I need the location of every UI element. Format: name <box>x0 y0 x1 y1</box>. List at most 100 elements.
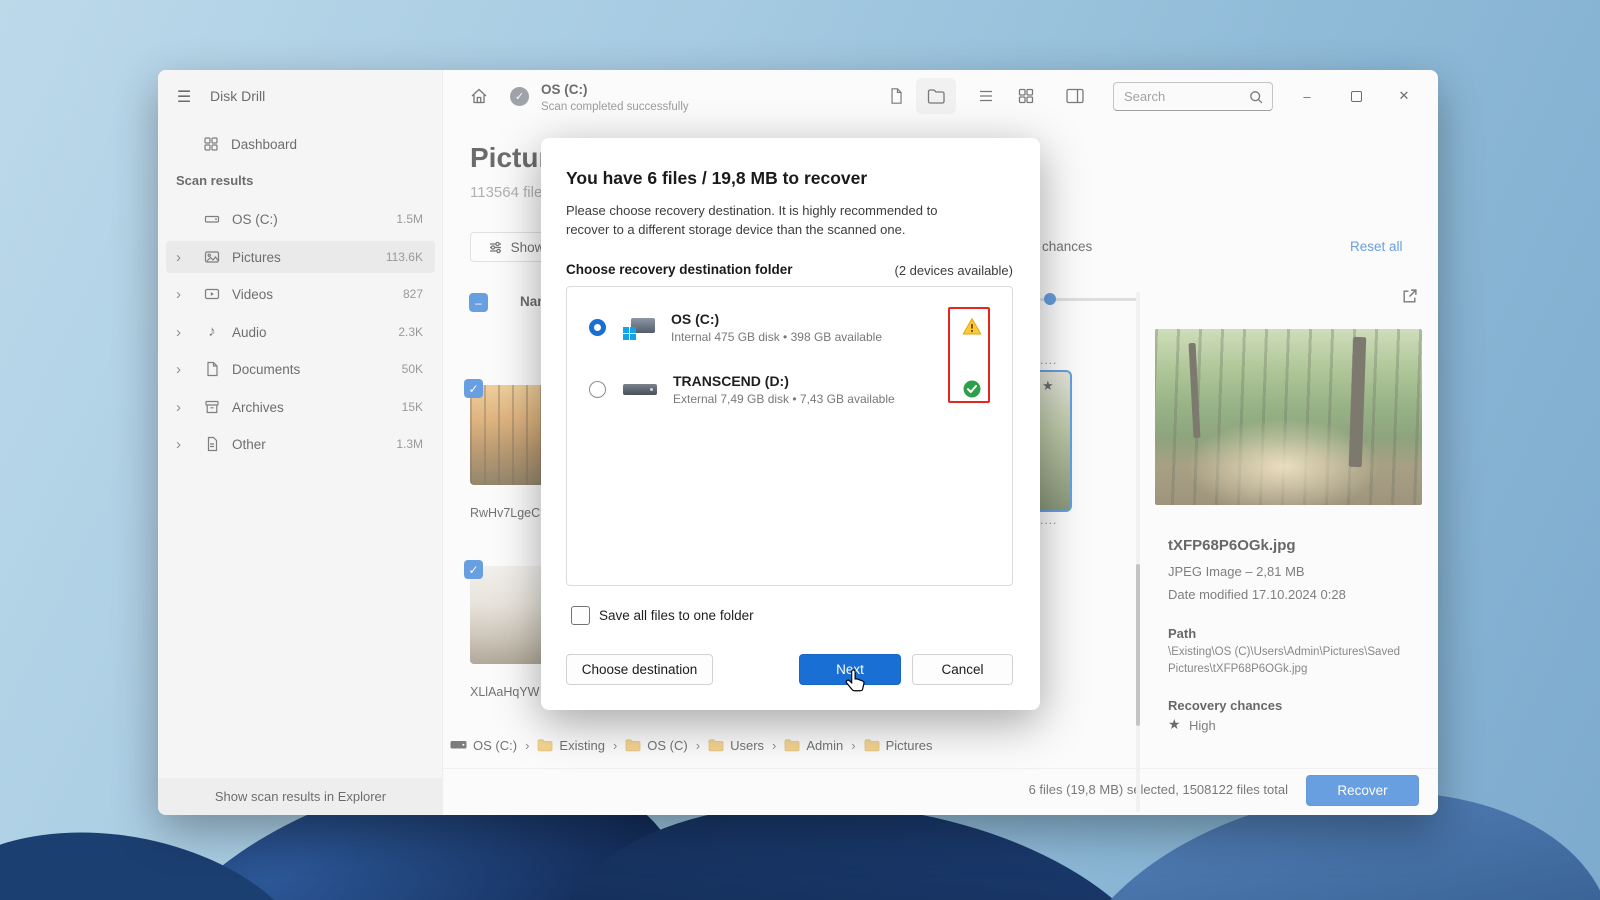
sidebar-item-label: Other <box>232 436 266 452</box>
desktop: ☰ Disk Drill Dashboard Scan results OS (… <box>0 0 1600 900</box>
external-drive-icon <box>623 377 657 401</box>
breadcrumb-separator: › <box>695 737 701 753</box>
grid-view-icon[interactable] <box>1017 87 1035 105</box>
recover-button[interactable]: Recover <box>1306 775 1419 806</box>
thumbnail-size-slider-thumb[interactable] <box>1044 293 1056 305</box>
file-name[interactable]: XLlAaHqYW <box>470 685 539 699</box>
sidebar-item-videos[interactable]: › Videos 827 <box>166 278 435 310</box>
chevron-icon[interactable]: › <box>176 436 192 453</box>
folder-icon <box>927 89 945 104</box>
home-icon[interactable] <box>469 86 489 106</box>
hamburger-menu-button[interactable]: ☰ <box>170 84 198 110</box>
choose-destination-button[interactable]: Choose destination <box>566 654 713 685</box>
internal-drive-icon <box>623 314 655 340</box>
indeterminate-dash-glyph: – <box>475 295 482 310</box>
recovery-chances-filter-label[interactable]: chances <box>1042 239 1092 254</box>
radio-selected[interactable] <box>589 318 606 336</box>
radio-unselected[interactable] <box>589 380 606 398</box>
folder-icon <box>538 739 553 752</box>
show-results-in-explorer-button[interactable]: Show scan results in Explorer <box>158 778 443 815</box>
cancel-button-label: Cancel <box>941 662 984 677</box>
file-checkbox[interactable]: ✓ <box>464 560 483 579</box>
chevron-icon[interactable]: › <box>176 249 192 266</box>
breadcrumb-item-users[interactable]: Users <box>708 738 764 753</box>
audio-icon: ♪ <box>208 323 216 340</box>
check-glyph: ✓ <box>468 562 479 577</box>
save-to-one-folder-checkbox[interactable] <box>571 606 590 625</box>
preview-image[interactable] <box>1155 329 1422 505</box>
chevron-icon[interactable]: › <box>176 361 192 378</box>
warning-icon <box>962 318 982 335</box>
folder-icon <box>784 739 800 752</box>
sidebar-item-dashboard[interactable]: Dashboard <box>166 128 435 160</box>
breadcrumb-item-os-c[interactable]: OS (C) <box>625 737 688 753</box>
open-external-icon[interactable] <box>1401 288 1418 305</box>
folder-icon <box>708 739 724 752</box>
preview-fileinfo: JPEG Image – 2,81 MB <box>1168 564 1305 579</box>
sidebar-item-pictures[interactable]: › Pictures 113.6K <box>166 241 435 273</box>
close-button[interactable]: ✕ <box>1389 82 1419 110</box>
sidebar-item-os-c[interactable]: OS (C:) 1.5M <box>166 203 435 235</box>
current-drive-label: OS (C:) <box>541 82 588 97</box>
breadcrumb-label: Existing <box>559 737 605 753</box>
file-name[interactable]: RwHv7LgeC <box>470 506 540 520</box>
sidebar: ☰ Disk Drill Dashboard Scan results OS (… <box>158 70 443 815</box>
choose-destination-label: Choose destination <box>581 662 698 677</box>
hamburger-icon: ☰ <box>176 89 192 106</box>
devices-available-label: (2 devices available) <box>894 263 1013 278</box>
scrollbar-track[interactable] <box>1136 292 1140 812</box>
sidebar-item-count: 2.3K <box>398 325 423 339</box>
save-to-one-folder-label: Save all files to one folder <box>599 608 754 623</box>
star-icon: ★ <box>1168 716 1181 732</box>
minimize-icon: – <box>1303 88 1311 104</box>
dashboard-icon <box>204 137 218 151</box>
breadcrumb-separator: › <box>525 737 530 753</box>
breadcrumb-item-admin[interactable]: Admin <box>784 738 843 753</box>
sidebar-item-count: 113.6K <box>385 250 423 264</box>
sidebar-item-documents[interactable]: › Documents 50K <box>166 353 435 385</box>
search-input[interactable] <box>1114 83 1242 110</box>
maximize-button[interactable] <box>1341 82 1371 110</box>
scrollbar-thumb[interactable] <box>1136 564 1140 726</box>
chevron-icon[interactable]: › <box>176 399 192 416</box>
sidebar-item-label: OS (C:) <box>232 211 278 227</box>
breadcrumb: OS (C:) › Existing › OS (C) › Users › Ad… <box>450 731 933 759</box>
list-view-icon[interactable] <box>977 87 995 105</box>
chevron-icon[interactable]: › <box>176 286 192 303</box>
cancel-button[interactable]: Cancel <box>912 654 1013 685</box>
file-checkbox[interactable]: ✓ <box>464 379 483 398</box>
preview-panel-icon[interactable] <box>1065 86 1085 106</box>
device-details: Internal 475 GB disk • 398 GB available <box>671 329 882 344</box>
star-icon[interactable]: ★ <box>1042 378 1054 394</box>
new-document-icon[interactable] <box>888 87 906 105</box>
file-count-subtitle: 113564 files <box>470 184 550 201</box>
sidebar-item-label: Documents <box>232 361 301 377</box>
breadcrumb-item-drive[interactable]: OS (C:) <box>450 738 517 753</box>
sidebar-item-other[interactable]: › Other 1.3M <box>166 428 435 460</box>
sidebar-item-label: Videos <box>232 286 274 302</box>
check-glyph: ✓ <box>468 381 479 396</box>
maximize-icon <box>1350 90 1362 102</box>
device-option-os-c[interactable]: OS (C:) Internal 475 GB disk • 398 GB av… <box>567 303 1012 351</box>
sidebar-item-label: Pictures <box>232 249 281 265</box>
sidebar-item-archives[interactable]: › Archives 15K <box>166 391 435 423</box>
chevron-icon[interactable]: › <box>176 324 192 341</box>
close-icon: ✕ <box>1398 88 1410 103</box>
sidebar-item-audio[interactable]: › ♪ Audio 2.3K <box>166 316 435 348</box>
dialog-description: Please choose recovery destination. It i… <box>566 203 938 237</box>
path-label: Path <box>1168 626 1197 641</box>
folder-icon <box>625 739 641 752</box>
select-all-checkbox[interactable]: – <box>469 293 488 312</box>
sidebar-item-label: Audio <box>232 324 267 340</box>
drive-icon <box>450 741 467 749</box>
minimize-button[interactable]: – <box>1292 82 1322 110</box>
search-icon[interactable] <box>1249 90 1264 105</box>
pictures-icon <box>204 251 220 263</box>
breadcrumb-item-pictures[interactable]: Pictures <box>864 738 933 753</box>
breadcrumb-item-existing[interactable]: Existing <box>537 738 605 753</box>
folder-view-button[interactable] <box>916 78 956 114</box>
next-button[interactable]: Next <box>799 654 901 685</box>
reset-all-link[interactable]: Reset all <box>1350 239 1403 254</box>
breadcrumb-label: OS (C) <box>647 737 688 753</box>
device-option-transcend-d[interactable]: TRANSCEND (D:) External 7,49 GB disk • 7… <box>567 365 1012 413</box>
